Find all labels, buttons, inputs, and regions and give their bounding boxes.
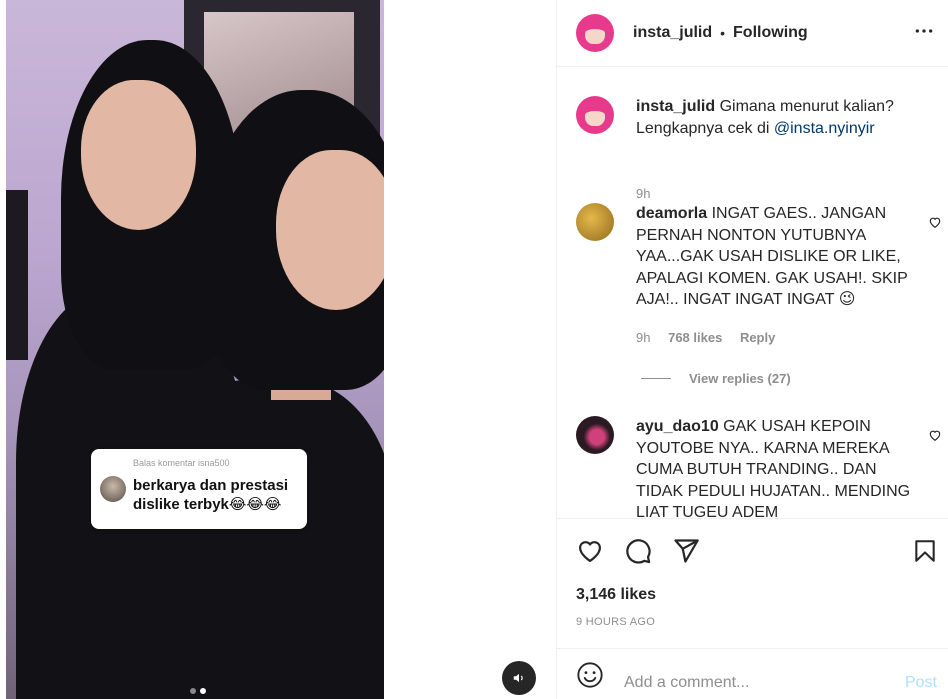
- carousel-dot-active: [200, 688, 206, 694]
- comment-like-heart-icon[interactable]: [928, 428, 942, 442]
- comment-username[interactable]: deamorla: [636, 205, 707, 222]
- comment-icon[interactable]: [624, 537, 652, 565]
- following-button[interactable]: Following: [733, 24, 808, 42]
- post-media[interactable]: Balas komentar isna500 berkarya dan pres…: [0, 0, 556, 699]
- add-comment-bar: Add a comment... Post: [557, 648, 948, 699]
- post-time-ago[interactable]: 9 HOURS AGO: [576, 616, 655, 628]
- post-likes-count[interactable]: 3,146 likes: [576, 586, 656, 604]
- heart-icon[interactable]: [576, 537, 604, 565]
- post-header: insta_julid • Following: [557, 0, 948, 67]
- post-actions: 3,146 likes 9 HOURS AGO: [557, 518, 948, 648]
- emoji-icon[interactable]: [576, 661, 604, 689]
- overlay-reply-header: Balas komentar isna500: [133, 458, 230, 468]
- overlay-reply-text: berkarya dan prestasi dislike terbyk😂😂😂: [133, 477, 289, 513]
- commenter-avatar[interactable]: [576, 203, 614, 241]
- caption-avatar[interactable]: [576, 96, 614, 134]
- caption-username[interactable]: insta_julid: [636, 98, 715, 115]
- comment-time[interactable]: 9h: [636, 330, 650, 345]
- comment-text: ayu_dao10 GAK USAH KEPOIN YOUTOBE NYA.. …: [636, 416, 914, 518]
- comments-list[interactable]: insta_julid Gimana menurut kalian? Lengk…: [557, 68, 948, 518]
- comment-likes[interactable]: 768 likes: [668, 330, 722, 345]
- post-comment-button[interactable]: Post: [905, 674, 937, 692]
- caption-meta: 9h: [636, 186, 664, 201]
- person-right: [146, 90, 384, 699]
- carousel-dot: [190, 688, 196, 694]
- overlay-reply-card: Balas komentar isna500 berkarya dan pres…: [91, 449, 307, 529]
- caption-time[interactable]: 9h: [636, 186, 650, 201]
- add-comment-input[interactable]: Add a comment...: [624, 674, 749, 692]
- comment-reply-button[interactable]: Reply: [740, 330, 775, 345]
- speaker-icon: [513, 673, 523, 683]
- comment-username[interactable]: ayu_dao10: [636, 418, 719, 435]
- carousel-indicator: [190, 688, 206, 694]
- comment-like-heart-icon[interactable]: [928, 215, 942, 229]
- replies-divider: [641, 378, 671, 379]
- view-replies-label[interactable]: View replies (27): [689, 371, 791, 386]
- overlay-reply-avatar: [100, 476, 126, 502]
- mute-button[interactable]: [502, 661, 536, 695]
- commenter-avatar[interactable]: [576, 416, 614, 454]
- video-player[interactable]: Balas komentar isna500 berkarya dan pres…: [6, 0, 384, 699]
- caption-text: insta_julid Gimana menurut kalian? Lengk…: [636, 96, 914, 139]
- caption-mention-link[interactable]: @insta.nyinyir: [774, 120, 875, 137]
- view-replies-button[interactable]: View replies (27): [641, 371, 791, 386]
- author-username[interactable]: insta_julid: [633, 24, 712, 42]
- comment-text: deamorla INGAT GAES.. JANGAN PERNAH NONT…: [636, 203, 914, 311]
- post-side-panel: insta_julid • Following insta_julid Gima…: [556, 0, 948, 699]
- author-avatar[interactable]: [576, 14, 614, 52]
- header-separator: •: [720, 25, 726, 41]
- bookmark-icon[interactable]: [912, 537, 938, 565]
- comment-meta: 9h 768 likes Reply: [636, 330, 789, 345]
- share-icon[interactable]: [672, 537, 700, 565]
- more-options-icon[interactable]: [914, 21, 934, 44]
